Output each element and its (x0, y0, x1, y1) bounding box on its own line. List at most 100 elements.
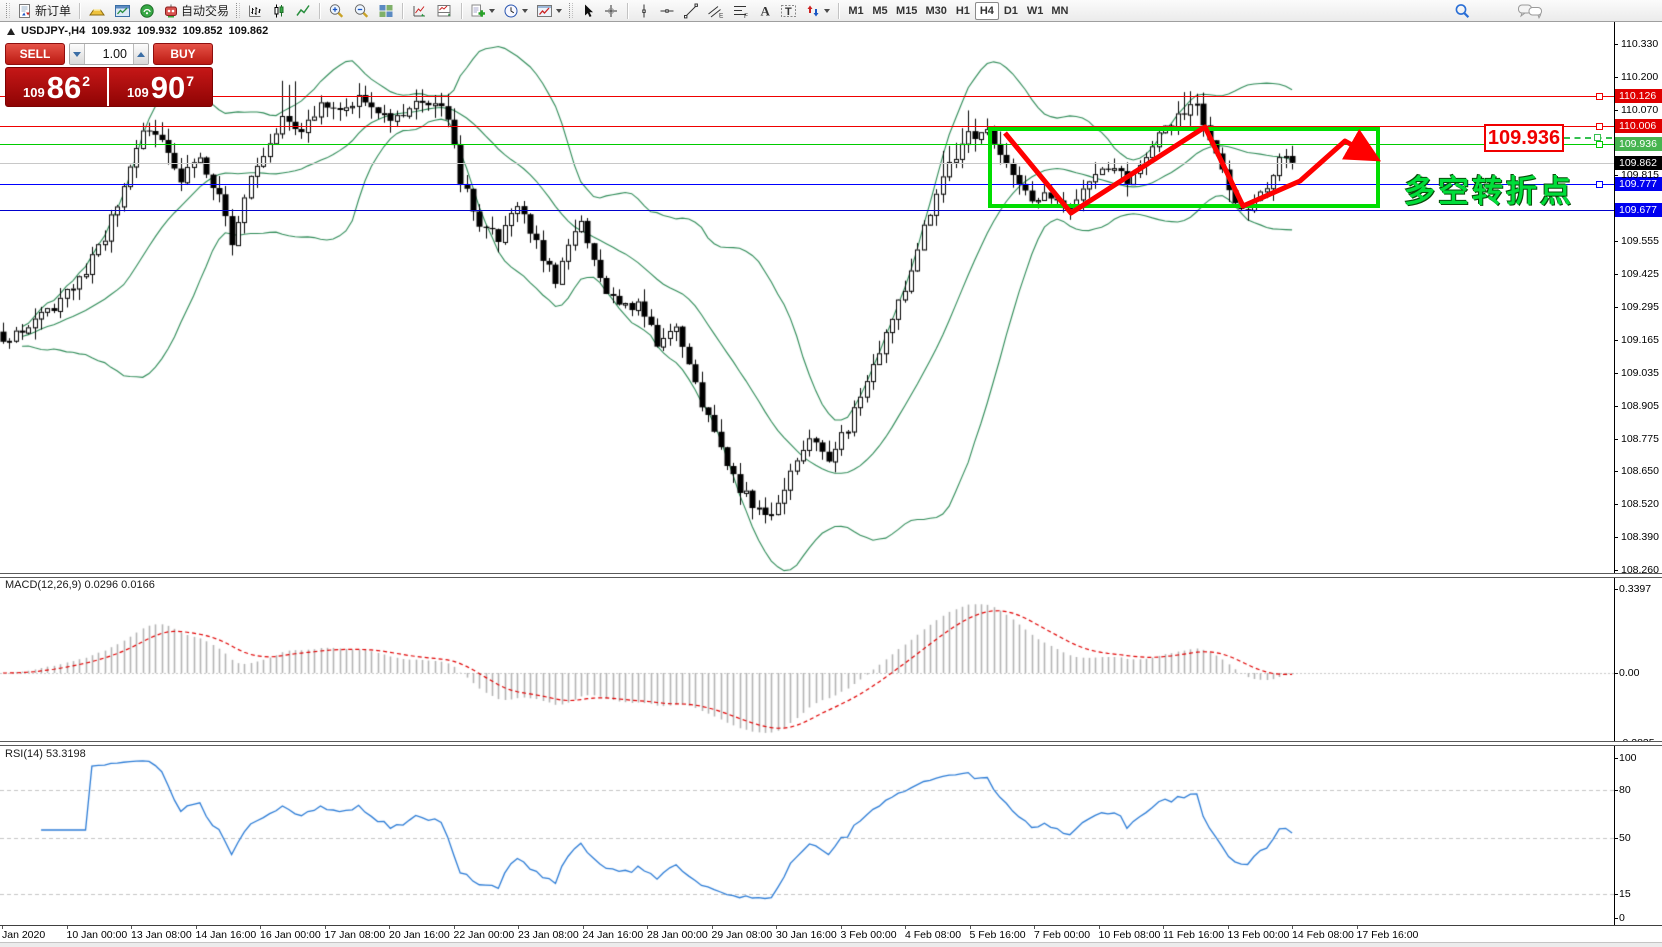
signal-icon (139, 3, 155, 19)
equidistant-channel-tool[interactable]: E (704, 1, 727, 21)
buy-price-big: 90 (151, 73, 185, 103)
data-window-icon (411, 3, 428, 19)
buy-price[interactable]: 109 90 7 (109, 68, 212, 106)
horizontal-line-tool[interactable] (656, 1, 678, 21)
autotrading-label: 自动交易 (181, 2, 229, 19)
indicator-window-icon (436, 3, 453, 19)
timeframe-button-m5[interactable]: M5 (868, 2, 892, 20)
horizontal-line-icon (659, 3, 675, 19)
time-axis-border (0, 925, 1662, 926)
zoom-out-icon (353, 3, 370, 19)
symbol-info: USDJPY-,H4 109.932 109.932 109.852 109.8… (7, 25, 268, 37)
rsi-label: RSI(14) 53.3198 (5, 748, 86, 760)
search-icon (1454, 3, 1471, 19)
svg-text:F: F (744, 13, 748, 19)
text-label-icon: T (780, 3, 797, 19)
timeframe-button-m15[interactable]: M15 (892, 2, 921, 20)
vertical-line-tool[interactable] (633, 1, 654, 21)
indicator-window-button[interactable] (433, 1, 456, 21)
cursor-tool-button[interactable] (577, 1, 598, 21)
pane-splitter[interactable] (0, 741, 1662, 746)
autotrading-button[interactable]: 自动交易 (160, 1, 232, 21)
zigzag-arrow-annotation[interactable] (0, 0, 1662, 947)
fibonacci-icon: F (732, 3, 749, 19)
svg-text:E: E (719, 12, 724, 19)
add-indicator-icon (470, 3, 486, 19)
pane-splitter[interactable] (0, 573, 1662, 578)
ohlc-high: 109.932 (137, 25, 177, 37)
line-chart-button[interactable] (292, 1, 314, 21)
ohlc-low: 109.852 (183, 25, 223, 37)
toolbar-grip[interactable] (6, 3, 10, 18)
clock-icon (503, 3, 519, 19)
arrows-icon (805, 3, 821, 19)
toolbar-grip[interactable] (236, 3, 240, 18)
timeframe-button-m1[interactable]: M1 (844, 2, 868, 20)
volume-control: 1.00 (69, 43, 149, 65)
price-axis-border (1614, 22, 1615, 925)
svg-text:T: T (785, 6, 792, 18)
sell-price-sup: 2 (82, 73, 90, 89)
text-tool[interactable]: A (754, 1, 775, 21)
timeframe-button-w1[interactable]: W1 (1023, 2, 1048, 20)
timeframe-button-mn[interactable]: MN (1047, 2, 1072, 20)
chart-window-icon (114, 3, 131, 19)
text-icon: A (758, 3, 772, 19)
autotrading-icon (163, 3, 179, 19)
svg-text:A: A (760, 3, 770, 18)
signals-button[interactable] (136, 1, 158, 21)
ohlc-open: 109.932 (91, 25, 131, 37)
crosshair-icon (603, 3, 619, 19)
buy-price-prefix: 109 (127, 85, 149, 100)
price-callout[interactable]: 109.936 (1484, 124, 1564, 152)
data-window-button[interactable] (408, 1, 431, 21)
market-watch-button[interactable] (85, 1, 109, 21)
zoom-out-button[interactable] (350, 1, 373, 21)
volume-increase-button[interactable] (133, 44, 148, 64)
buy-price-sup: 7 (186, 73, 194, 89)
new-order-icon (17, 3, 33, 19)
chinese-note-annotation[interactable]: 多空转折点 (1404, 166, 1574, 211)
bar-chart-button[interactable] (244, 1, 266, 21)
callout-connector-handle[interactable] (1594, 134, 1601, 141)
add-indicator-button[interactable] (467, 1, 498, 21)
toolbar-grip[interactable] (569, 3, 573, 18)
tile-windows-icon (378, 3, 394, 19)
trendline-tool[interactable] (680, 1, 702, 21)
sell-price[interactable]: 109 86 2 (6, 68, 109, 106)
timeframe-button-m30[interactable]: M30 (921, 2, 950, 20)
sell-price-big: 86 (47, 73, 81, 103)
timeframe-group: M1M5M15M30H1H4D1W1MN (844, 2, 1072, 20)
text-label-tool[interactable]: T (777, 1, 800, 21)
tile-windows-button[interactable] (375, 1, 397, 21)
chat-bubbles-icon (1517, 3, 1543, 19)
trendline-icon (683, 3, 699, 19)
search-button[interactable] (1451, 1, 1474, 21)
mt4-window: 新订单 自动交易 E F A T (0, 0, 1662, 947)
arrows-tool[interactable] (802, 1, 833, 21)
zoom-in-button[interactable] (325, 1, 348, 21)
period-button[interactable] (500, 1, 531, 21)
timeframe-button-d1[interactable]: D1 (999, 2, 1023, 20)
macd-label: MACD(12,26,9) 0.0296 0.0166 (5, 579, 155, 591)
new-order-button[interactable]: 新订单 (14, 1, 74, 21)
volume-input[interactable]: 1.00 (85, 44, 133, 64)
community-button[interactable] (1514, 1, 1546, 21)
new-order-label: 新订单 (35, 2, 71, 19)
symbol-collapse-icon[interactable] (7, 28, 15, 35)
dropdown-caret (556, 9, 562, 13)
crosshair-tool-button[interactable] (600, 1, 622, 21)
symbol-period-label: USDJPY-,H4 (21, 25, 85, 37)
volume-decrease-button[interactable] (70, 44, 85, 64)
template-button[interactable] (533, 1, 565, 21)
ohlc-close: 109.862 (229, 25, 269, 37)
sell-button[interactable]: SELL (5, 43, 65, 65)
vertical-line-icon (637, 3, 651, 19)
cursor-icon (581, 3, 595, 19)
fibonacci-tool[interactable]: F (729, 1, 752, 21)
timeframe-button-h4[interactable]: H4 (975, 2, 999, 20)
candlestick-chart-button[interactable] (268, 1, 290, 21)
charts-window-button[interactable] (111, 1, 134, 21)
buy-button[interactable]: BUY (153, 43, 213, 65)
timeframe-button-h1[interactable]: H1 (951, 2, 975, 20)
